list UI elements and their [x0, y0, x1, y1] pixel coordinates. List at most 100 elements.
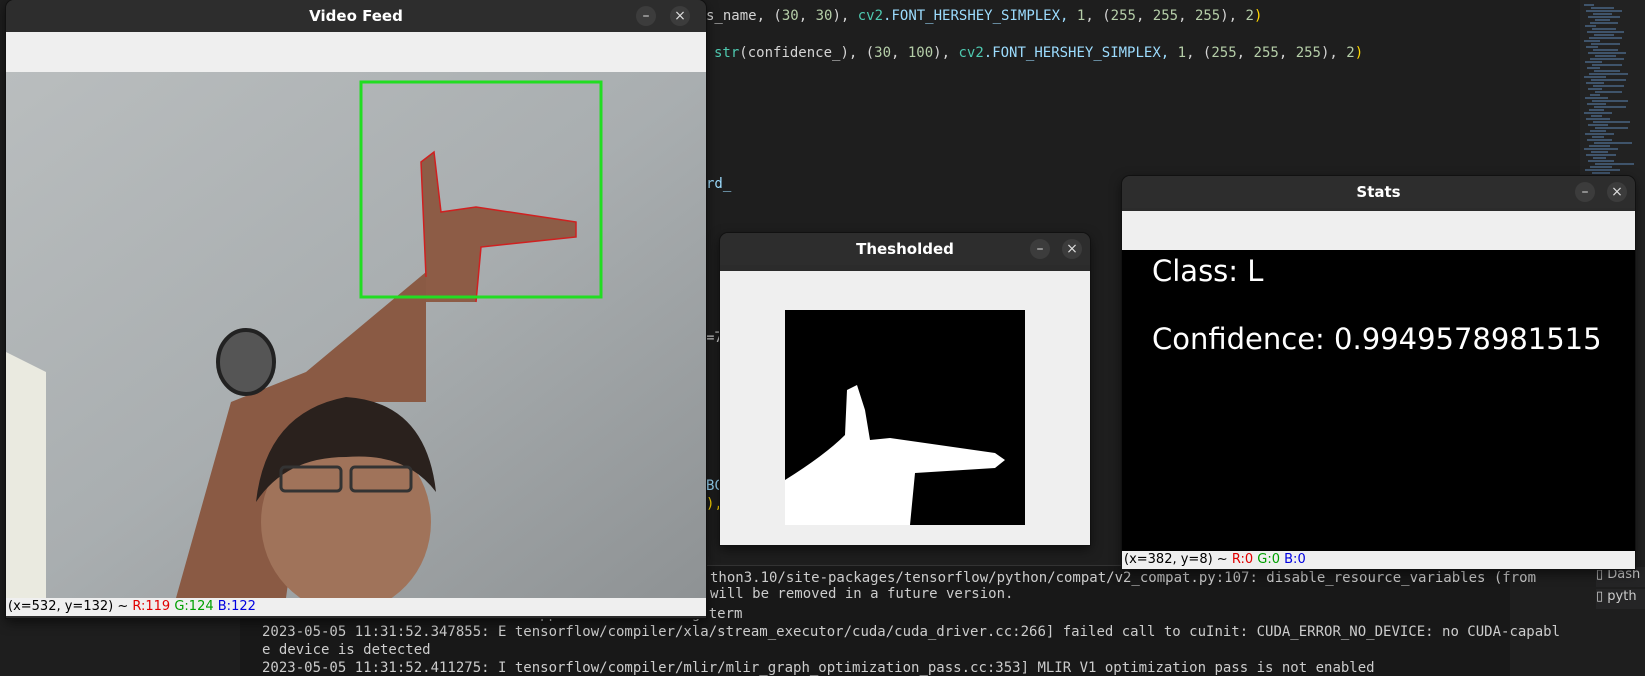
stats-canvas[interactable]: Class: L Confidence: 0.9949578981515 — [1122, 250, 1635, 551]
minimap-line — [1593, 49, 1618, 51]
video-feed-titlebar[interactable]: Video Feed — [6, 0, 706, 32]
minimap-line — [1595, 91, 1622, 93]
minimap-line — [1594, 142, 1632, 144]
minimap-line — [1594, 106, 1626, 108]
minimap-line — [1590, 130, 1606, 132]
minimap-line — [1593, 85, 1624, 87]
close-button[interactable]: × — [1607, 182, 1627, 202]
minimap-line — [1589, 73, 1628, 75]
window-title: Video Feed — [309, 7, 403, 25]
code-line: rd_ — [706, 176, 732, 192]
minimap-line — [1590, 166, 1612, 168]
threshold-image[interactable] — [785, 310, 1025, 525]
minimap-line — [1586, 10, 1622, 12]
minimap-line — [1590, 94, 1600, 96]
minimap-line — [1595, 163, 1634, 165]
minimap-line — [1592, 64, 1622, 66]
thresholded-window[interactable]: Thesholded – × — [720, 233, 1090, 545]
minimap-line — [1587, 31, 1624, 33]
minimap-line — [1584, 148, 1618, 150]
minimap-line — [1588, 88, 1602, 90]
minimap-line — [1584, 76, 1606, 78]
class-label: Class: L — [1152, 254, 1264, 288]
minimap-line — [1587, 67, 1600, 69]
minimize-icon: – — [1036, 241, 1044, 257]
tab-icon: ▯ — [1596, 589, 1608, 604]
minimap-line — [1591, 115, 1602, 117]
minimap-line — [1588, 16, 1620, 18]
minimap-line — [1585, 97, 1608, 99]
minimap-line — [1592, 28, 1616, 30]
minimap-line — [1593, 157, 1606, 159]
window-title: Stats — [1356, 183, 1401, 201]
minimap-line — [1592, 100, 1628, 102]
minimap-line — [1589, 37, 1622, 39]
panel-tab-dash[interactable]: ▯ Dash — [1596, 567, 1645, 587]
minimap-line — [1588, 124, 1608, 126]
minimap-line — [1593, 13, 1612, 15]
code-line: s_name, (30, 30), cv2.FONT_HERSHEY_SIMPL… — [706, 8, 1263, 24]
minimap-line — [1590, 22, 1618, 24]
minimap-line — [1590, 58, 1624, 60]
stats-titlebar[interactable]: Stats — [1122, 176, 1635, 208]
minimap-line — [1594, 34, 1614, 36]
terminal-line: will be removed in a future version. — [710, 586, 1014, 602]
minimize-button[interactable]: – — [636, 6, 656, 26]
pixel-status-bar: (x=382, y=8) ~ R:0 G:0 B:0 — [1122, 551, 1635, 569]
minimap-line — [1589, 145, 1610, 147]
minimize-icon: – — [642, 8, 650, 24]
terminal-line: thon3.10/site-packages/tensorflow/python… — [710, 570, 1537, 586]
terminal-line: e device is detected — [262, 642, 431, 658]
minimap-line — [1593, 121, 1630, 123]
minimap-line — [1591, 43, 1620, 45]
minimap-line — [1592, 136, 1604, 138]
window-title: Thesholded — [856, 240, 954, 258]
close-button[interactable]: × — [670, 6, 690, 26]
close-icon: × — [1066, 241, 1078, 257]
camera-frame[interactable] — [6, 72, 706, 598]
minimap-line — [1584, 4, 1594, 6]
pixel-status-bar: (x=532, y=132) ~ R:119 G:124 B:122 — [6, 598, 706, 616]
confidence-label: Confidence: 0.9949578981515 — [1152, 322, 1602, 356]
minimap-line — [1588, 52, 1626, 54]
minimap-line — [1586, 46, 1598, 48]
terminal-line: 2023-05-05 11:31:52.347855: E tensorflow… — [262, 624, 1561, 640]
code-line: str(confidence_), (30, 100), cv2.FONT_HE… — [714, 45, 1364, 61]
window-light — [6, 352, 46, 598]
minimap-line — [1585, 25, 1596, 27]
minimap-line — [1585, 61, 1602, 63]
minimap-line — [1589, 109, 1604, 111]
minimap-line — [1586, 154, 1616, 156]
stats-window[interactable]: Stats – × Class: L Confidence: 0.9949578… — [1122, 176, 1635, 569]
tab-icon: ▯ — [1596, 567, 1608, 582]
window-toolbar — [6, 32, 706, 72]
minimap-line — [1585, 133, 1614, 135]
minimize-button[interactable]: – — [1030, 239, 1050, 259]
minimap-line — [1595, 19, 1610, 21]
close-button[interactable]: × — [1062, 239, 1082, 259]
video-feed-window[interactable]: Video Feed – × (x=532, y=132) ~ R:119 G:… — [6, 0, 706, 618]
minimap-line — [1584, 112, 1612, 114]
minimap-line — [1595, 127, 1628, 129]
close-icon: × — [674, 8, 686, 24]
close-icon: × — [1611, 184, 1623, 200]
minimap-line — [1585, 169, 1620, 171]
minimap-line — [1588, 160, 1614, 162]
minimize-button[interactable]: – — [1575, 182, 1595, 202]
minimap-line — [1586, 82, 1604, 84]
minimap-line — [1587, 139, 1612, 141]
minimize-icon: – — [1581, 184, 1589, 200]
minimap-line — [1587, 103, 1606, 105]
minimap-line — [1594, 70, 1620, 72]
wristwatch — [216, 328, 276, 396]
minimap-line — [1591, 151, 1608, 153]
window-toolbar — [1122, 211, 1635, 250]
minimap-line — [1591, 79, 1626, 81]
minimap-line — [1592, 172, 1610, 174]
minimap-line — [1595, 55, 1616, 57]
minimap-line — [1586, 118, 1610, 120]
minimap-line — [1584, 40, 1600, 42]
terminal-line: 2023-05-05 11:31:52.411275: I tensorflow… — [262, 660, 1375, 676]
panel-tab-python[interactable]: ▯ pyth — [1596, 589, 1645, 609]
minimap-line — [1591, 7, 1614, 9]
